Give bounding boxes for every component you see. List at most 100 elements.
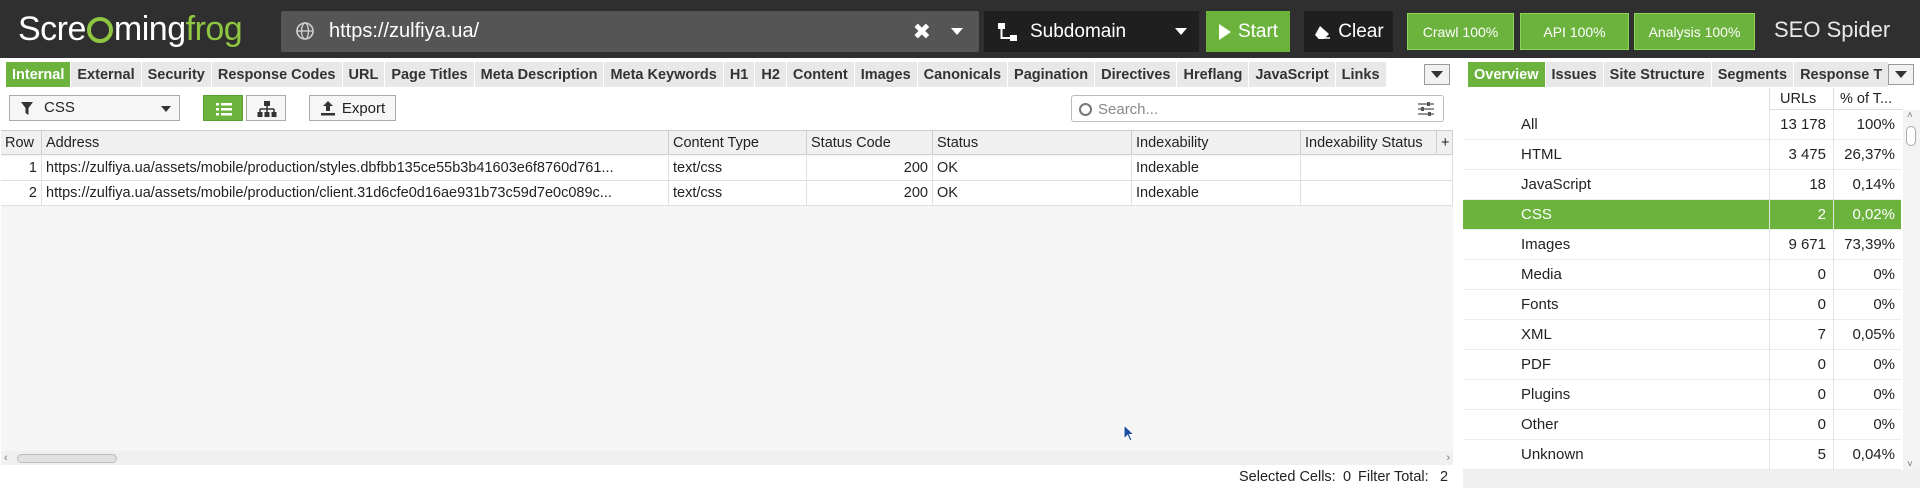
overview-row-label: Images (1521, 236, 1571, 253)
tab-page-titles[interactable]: Page Titles (385, 62, 475, 87)
url-history-dropdown-icon[interactable] (951, 28, 963, 35)
cell-status-code: 200 (807, 156, 933, 181)
horizontal-scrollbar[interactable]: ‹ › (1, 451, 1453, 465)
overview-row-percent: 0,02% (1852, 206, 1895, 223)
overview-row-percent: 0% (1873, 386, 1895, 403)
cell-row: 1 (1, 156, 42, 181)
overview-row-fonts[interactable]: Fonts 0 0% (1463, 290, 1901, 320)
cell-indexability: Indexable (1132, 181, 1301, 206)
crawl-mode-select[interactable]: Subdomain (984, 11, 1199, 52)
side-tab-segments[interactable]: Segments (1711, 62, 1795, 87)
column-header-content-type[interactable]: Content Type (669, 131, 807, 155)
overview-row-html[interactable]: HTML 3 475 26,37% (1463, 140, 1901, 170)
sliders-icon[interactable] (1418, 102, 1434, 116)
tabs-overflow-dropdown[interactable] (1424, 64, 1450, 85)
column-header-status-code[interactable]: Status Code (807, 131, 933, 155)
overview-row-unknown[interactable]: Unknown 5 0,04% (1463, 440, 1901, 470)
tree-view-icon (257, 101, 277, 117)
overview-row-media[interactable]: Media 0 0% (1463, 260, 1901, 290)
column-header-indexability-status[interactable]: Indexability Status (1301, 131, 1437, 155)
start-button[interactable]: Start (1206, 11, 1290, 52)
overview-row-pdf[interactable]: PDF 0 0% (1463, 350, 1901, 380)
cell-status-code: 200 (807, 181, 933, 206)
overview-row-xml[interactable]: XML 7 0,05% (1463, 320, 1901, 350)
tab-internal[interactable]: Internal (6, 62, 72, 87)
side-tab-site-structure[interactable]: Site Structure (1603, 62, 1712, 87)
overview-row-label: XML (1521, 326, 1552, 343)
column-header-indexability[interactable]: Indexability (1132, 131, 1301, 155)
vertical-scrollbar[interactable]: ˄ ˅ (1903, 110, 1920, 470)
filter-select[interactable]: CSS (9, 95, 180, 121)
scroll-up-icon[interactable]: ˄ (1907, 110, 1913, 121)
scroll-right-icon[interactable]: › (1446, 452, 1450, 464)
chevron-down-icon (1175, 28, 1187, 35)
column-divider (1833, 290, 1834, 320)
tab-external[interactable]: External (71, 62, 142, 87)
table-row[interactable]: 1 https://zulfiya.ua/assets/mobile/produ… (1, 156, 1453, 181)
clear-button[interactable]: Clear (1304, 11, 1393, 52)
tab-h2[interactable]: H2 (755, 62, 787, 87)
url-bar[interactable]: https://zulfiya.ua/ ✖ (281, 11, 979, 52)
cell-status: OK (933, 156, 1132, 181)
table-row[interactable]: 2 https://zulfiya.ua/assets/mobile/produ… (1, 181, 1453, 206)
logo-text-middle: ming (113, 9, 186, 48)
tab-links[interactable]: Links (1335, 62, 1387, 87)
scroll-down-icon[interactable]: ˅ (1907, 459, 1913, 470)
column-header-status[interactable]: Status (933, 131, 1132, 155)
cell-content-type: text/css (669, 181, 807, 206)
overview-row-javascript[interactable]: JavaScript 18 0,14% (1463, 170, 1901, 200)
scrollbar-thumb[interactable] (17, 454, 117, 463)
side-tab-overview[interactable]: Overview (1468, 62, 1546, 87)
tab-hreflang[interactable]: Hreflang (1177, 62, 1250, 87)
tab-directives[interactable]: Directives (1095, 62, 1178, 87)
table-header: Row Address Content Type Status Code Sta… (1, 131, 1453, 155)
tab-javascript[interactable]: JavaScript (1249, 62, 1336, 87)
tab-h1[interactable]: H1 (723, 62, 756, 87)
overview-header-pct[interactable]: % of T... (1833, 88, 1903, 110)
overview-row-images[interactable]: Images 9 671 73,39% (1463, 230, 1901, 260)
column-divider (1833, 170, 1834, 200)
scrollbar-thumb[interactable] (1906, 126, 1916, 146)
column-divider (1833, 440, 1834, 470)
tab-canonicals[interactable]: Canonicals (917, 62, 1009, 87)
clear-icon[interactable]: ✖ (913, 19, 931, 45)
search-input[interactable] (1098, 99, 1398, 119)
column-divider (1833, 200, 1834, 230)
overview-row-plugins[interactable]: Plugins 0 0% (1463, 380, 1901, 410)
tab-response-codes[interactable]: Response Codes (211, 62, 343, 87)
tab-url[interactable]: URL (342, 62, 386, 87)
url-input[interactable]: https://zulfiya.ua/ (329, 20, 479, 43)
tab-content[interactable]: Content (786, 62, 855, 87)
search-box[interactable] (1071, 95, 1444, 122)
tab-pagination[interactable]: Pagination (1008, 62, 1096, 87)
overview-row-percent: 0,14% (1852, 176, 1895, 193)
tree-view-button[interactable] (246, 95, 286, 121)
overview-row-label: All (1521, 116, 1538, 133)
tab-security[interactable]: Security (141, 62, 212, 87)
overview-row-label: CSS (1521, 206, 1552, 223)
overview-row-percent: 0% (1873, 296, 1895, 313)
side-tab-issues[interactable]: Issues (1545, 62, 1604, 87)
frog-ring-icon (86, 17, 113, 43)
column-header-address[interactable]: Address (42, 131, 669, 155)
export-button[interactable]: Export (309, 95, 396, 121)
overview-row-count: 0 (1817, 356, 1826, 373)
tab-images[interactable]: Images (854, 62, 918, 87)
side-tab-response-t[interactable]: Response T (1794, 62, 1890, 87)
tab-meta-description[interactable]: Meta Description (474, 62, 605, 87)
overview-row-all[interactable]: All 13 178 100% (1463, 110, 1901, 140)
overview-row-percent: 0% (1873, 416, 1895, 433)
side-tabs-overflow-dropdown[interactable] (1888, 64, 1914, 85)
tab-meta-keywords[interactable]: Meta Keywords (604, 62, 724, 87)
column-header-row[interactable]: Row (1, 131, 42, 155)
overview-row-css[interactable]: CSS 2 0,02% (1463, 200, 1901, 230)
scroll-left-icon[interactable]: ‹ (4, 452, 8, 464)
overview-row-label: Media (1521, 266, 1562, 283)
overview-row-other[interactable]: Other 0 0% (1463, 410, 1901, 440)
cell-address: https://zulfiya.ua/assets/mobile/product… (42, 181, 669, 206)
column-divider (1769, 350, 1770, 380)
overview-row-label: Unknown (1521, 446, 1584, 463)
add-column-button[interactable]: + (1437, 131, 1453, 155)
overview-header-urls[interactable]: URLs (1769, 88, 1833, 110)
list-view-button[interactable] (203, 95, 243, 121)
